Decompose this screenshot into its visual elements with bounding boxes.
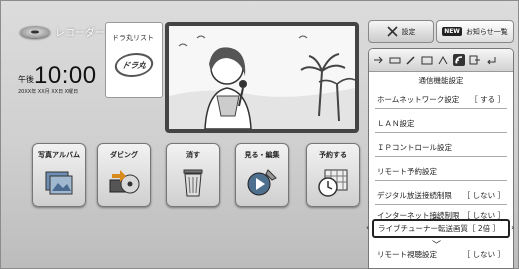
- dora-logo-text: ドラ丸: [121, 60, 147, 70]
- dora-logo-icon: ドラ丸: [112, 53, 156, 77]
- menu-item-ip-control[interactable]: ＩＰコントロール設定: [375, 139, 507, 157]
- disc-icon: [20, 25, 50, 38]
- menu-item-value: ［ 2倍 ］: [468, 224, 501, 233]
- tv-settings-icon[interactable]: [421, 54, 433, 66]
- edit-settings-icon[interactable]: [405, 54, 417, 66]
- output-icon[interactable]: [469, 54, 481, 66]
- menu-item-lan[interactable]: ＬＡＮ設定: [375, 115, 507, 133]
- tile-label: ダビング: [110, 151, 138, 159]
- new-badge: NEW: [442, 27, 462, 36]
- focus-right-arrow-icon: ›: [511, 223, 515, 232]
- scroll-up-arrow-icon[interactable]: ︿: [432, 209, 441, 222]
- settings-category-bar: [369, 49, 513, 72]
- menu-item-home-network[interactable]: ホームネットワーク設定 ［ する ］: [375, 91, 507, 109]
- menu-item-value: ［ する ］: [470, 95, 505, 104]
- clock-time: 10:00: [34, 62, 97, 89]
- clock-date: 20XX年 XX月 XX日 X曜日: [18, 89, 79, 95]
- tile-reserve[interactable]: 予約する: [306, 143, 360, 207]
- tile-label: 予約する: [319, 151, 347, 159]
- tv-preview-illustration: [169, 26, 355, 129]
- menu-item-value: ［ しない ］: [462, 191, 505, 200]
- input-arrow-icon[interactable]: [373, 54, 385, 66]
- menu-item-label: ＩＰコントロール設定: [377, 143, 452, 152]
- settings-label: 設定: [401, 27, 416, 36]
- photo-album-icon: [45, 171, 73, 195]
- return-icon[interactable]: [485, 54, 497, 66]
- device-indicator: レコーダー: [20, 24, 105, 39]
- tile-photo-album[interactable]: 写真アルバム: [32, 143, 86, 207]
- trash-icon: [183, 169, 203, 197]
- news-list-button[interactable]: NEW お知らせ一覧: [436, 20, 514, 43]
- clock-ampm: 午後: [18, 75, 34, 84]
- tile-label: 写真アルバム: [38, 151, 80, 159]
- menu-item-label: リモート視聴設定: [377, 249, 437, 259]
- menu-item-label: ホームネットワーク設定: [377, 95, 460, 104]
- tile-label: 消す: [186, 151, 200, 159]
- menu-item-value: ［ しない ］: [462, 249, 505, 259]
- dora-list-button[interactable]: ドラ丸リスト ドラ丸: [105, 22, 163, 98]
- menu-item-label: リモート予約設定: [377, 167, 437, 176]
- menu-item-remote-reserve[interactable]: リモート予約設定: [375, 163, 507, 181]
- focus-left-arrow-icon: ‹: [366, 223, 370, 232]
- reserve-clock-icon: [318, 169, 348, 197]
- tile-dubbing[interactable]: ダビング: [97, 143, 151, 207]
- menu-item-label: ＬＡＮ設定: [377, 119, 415, 128]
- network-icon[interactable]: [453, 54, 465, 66]
- dora-list-label: ドラ丸リスト: [112, 34, 154, 42]
- news-list-label: お知らせ一覧: [465, 27, 508, 36]
- settings-button[interactable]: 設定: [368, 20, 434, 43]
- tile-erase[interactable]: 消す: [166, 143, 220, 207]
- play-edit-icon: [247, 169, 277, 196]
- tools-icon: [386, 26, 398, 37]
- scroll-down-arrow-icon[interactable]: ﹀: [432, 238, 441, 251]
- broadcast-icon[interactable]: [437, 54, 449, 66]
- menu-item-label: デジタル放送接続制限: [377, 191, 452, 200]
- device-label: レコーダー: [55, 28, 105, 39]
- recorder-icon[interactable]: [389, 54, 401, 66]
- tv-preview: [165, 22, 359, 133]
- tile-label: 見る・編集: [244, 151, 280, 159]
- panel-title: 通信機能設定: [418, 76, 464, 85]
- tile-view-edit[interactable]: 見る・編集: [235, 143, 289, 207]
- dubbing-icon: [109, 170, 140, 194]
- menu-item-label: ライブチューナー転送画質: [378, 224, 468, 233]
- menu-item-digital-broadcast-limit[interactable]: デジタル放送接続制限 ［ しない ］: [375, 187, 507, 205]
